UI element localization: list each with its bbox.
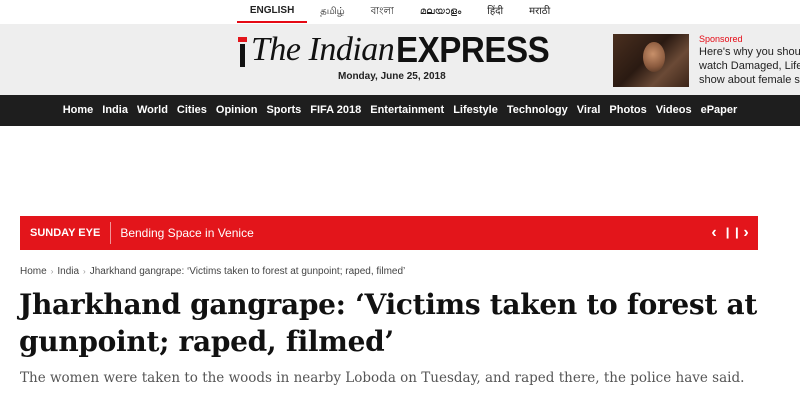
nav-cities[interactable]: Cities xyxy=(172,95,211,126)
language-english-link[interactable]: ENGLISH xyxy=(236,1,308,23)
language-hindi-link[interactable]: हिंदी xyxy=(474,1,516,23)
logo-the-indian: The Indian xyxy=(251,31,395,68)
language-bangla-link[interactable]: বাংলা xyxy=(358,1,407,23)
logo-express: EXPRESS xyxy=(396,29,550,70)
article-standfirst: The women were taken to the woods in nea… xyxy=(20,370,745,386)
nav-photos[interactable]: Photos xyxy=(605,95,651,126)
breadcrumb-separator-icon: › xyxy=(50,267,54,276)
nav-epaper[interactable]: ePaper xyxy=(696,95,742,126)
nav-fifa-2018[interactable]: FIFA 2018 xyxy=(306,95,366,126)
nav-india[interactable]: India xyxy=(98,95,133,126)
chevron-right-icon[interactable]: › xyxy=(740,223,752,243)
nav-technology[interactable]: Technology xyxy=(502,95,572,126)
ticker-headline-link[interactable]: Bending Space in Venice xyxy=(111,226,253,240)
news-ticker: SUNDAY EYE Bending Space in Venice ‹ ❙❙ … xyxy=(20,216,758,250)
logo-mark-icon xyxy=(238,37,247,67)
ad-image-figure xyxy=(643,42,665,72)
breadcrumb-home[interactable]: Home xyxy=(20,266,47,277)
nav-videos[interactable]: Videos xyxy=(651,95,696,126)
language-malayalam-link[interactable]: മലയാളം xyxy=(407,1,474,23)
nav-opinion[interactable]: Opinion xyxy=(211,95,262,126)
breadcrumb-current: Jharkhand gangrape: ‘Victims taken to fo… xyxy=(89,266,406,277)
nav-viral[interactable]: Viral xyxy=(572,95,605,126)
language-bar: ENGLISH தமிழ் বাংলা മലയാളം हिंदी मराठी xyxy=(0,0,800,24)
breadcrumb-separator-icon: › xyxy=(83,267,86,276)
ad-text-line: Here's why you shoul xyxy=(699,46,800,58)
nav-world[interactable]: World xyxy=(132,95,172,126)
main-nav: Home India World Cities Opinion Sports F… xyxy=(0,95,800,126)
language-marathi-link[interactable]: मराठी xyxy=(516,1,563,23)
masthead: The Indian EXPRESS Monday, June 25, 2018… xyxy=(0,24,800,95)
nav-lifestyle[interactable]: Lifestyle xyxy=(449,95,503,126)
ticker-controls: ‹ ❙❙ › xyxy=(708,223,752,243)
nav-entertainment[interactable]: Entertainment xyxy=(366,95,449,126)
ticker-label-sunday-eye[interactable]: SUNDAY EYE xyxy=(20,222,112,244)
pause-icon[interactable]: ❙❙ xyxy=(723,223,741,243)
sponsored-label: Sponsored xyxy=(699,34,743,44)
article-headline: Jharkhand gangrape: ‘Victims taken to fo… xyxy=(19,288,757,358)
nav-home[interactable]: Home xyxy=(58,95,98,126)
sponsored-ad-link[interactable]: Here's why you shoul watch Damaged, Life… xyxy=(699,45,800,87)
edition-date: Monday, June 25, 2018 xyxy=(338,71,446,82)
chevron-left-icon[interactable]: ‹ xyxy=(708,223,720,243)
breadcrumb: Home › India › Jharkhand gangrape: ‘Vict… xyxy=(20,266,405,277)
language-tamil-link[interactable]: தமிழ் xyxy=(307,1,357,23)
ad-text-line: show about female se xyxy=(699,74,800,86)
ad-text-line: watch Damaged, Lifeti xyxy=(699,60,800,72)
nav-sports[interactable]: Sports xyxy=(262,95,306,126)
site-logo[interactable]: The Indian EXPRESS xyxy=(238,28,563,70)
breadcrumb-india[interactable]: India xyxy=(57,266,79,277)
sponsored-ad-thumbnail[interactable] xyxy=(613,34,689,87)
